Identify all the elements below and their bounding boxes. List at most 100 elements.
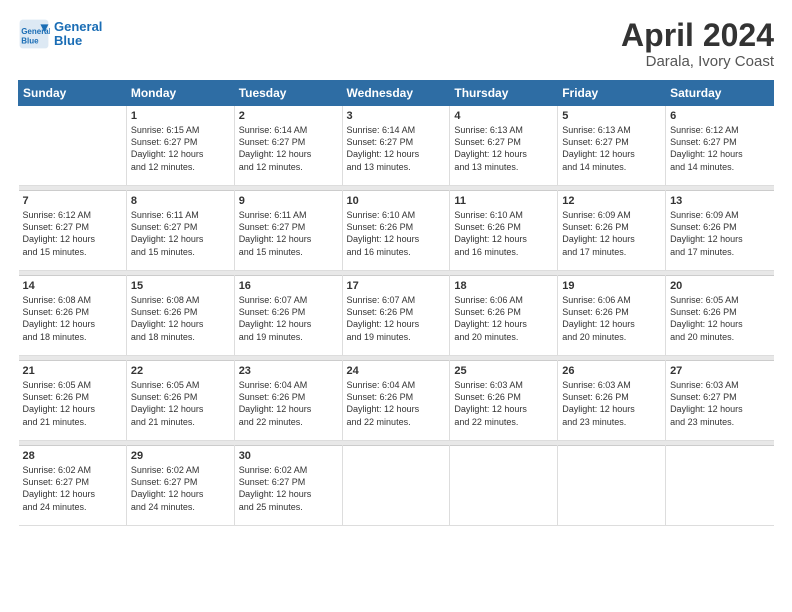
svg-text:Blue: Blue — [21, 37, 39, 46]
day-cell: 19 Sunrise: 6:06 AM Sunset: 6:26 PM Dayli… — [558, 276, 666, 356]
day-cell: 10 Sunrise: 6:10 AM Sunset: 6:26 PM Dayli… — [342, 191, 450, 271]
logo-icon: General Blue — [18, 18, 50, 50]
day-cell: 24Sunrise: 6:04 AM Sunset: 6:26 PM Dayli… — [342, 361, 450, 441]
day-number: 15 — [131, 280, 230, 292]
day-number: 25 — [454, 365, 553, 377]
header-thursday: Thursday — [450, 81, 558, 106]
day-number: 9 — [239, 195, 338, 207]
day-cell: 23 Sunrise: 6:04 AM Sunset: 6:26 PM Dayli… — [234, 361, 342, 441]
day-cell — [342, 446, 450, 526]
day-info: Sunrise: 6:14 AM Sunset: 6:27 PM Dayligh… — [239, 124, 338, 173]
day-number: 26 — [562, 365, 661, 377]
day-info: Sunrise: 6:09 AM Sunset: 6:26 PM Dayligh… — [562, 209, 661, 258]
day-number: 30 — [239, 450, 338, 462]
day-number: 19 — [562, 280, 661, 292]
day-info: Sunrise: 6:13 AM Sunset: 6:27 PM Dayligh… — [562, 124, 661, 173]
header-saturday: Saturday — [666, 81, 774, 106]
day-cell: 18 Sunrise: 6:06 AM Sunset: 6:26 PM Dayli… — [450, 276, 558, 356]
week-row-1: 1 Sunrise: 6:15 AM Sunset: 6:27 PM Daylig… — [19, 106, 774, 186]
header-sunday: Sunday — [19, 81, 127, 106]
day-number: 2 — [239, 110, 338, 122]
day-info: Sunrise: 6:06 AM Sunset: 6:26 PM Dayligh… — [454, 294, 553, 343]
day-cell: 27 Sunrise: 6:03 AM Sunset: 6:27 PM Dayli… — [666, 361, 774, 441]
day-number: 5 — [562, 110, 661, 122]
calendar-subtitle: Darala, Ivory Coast — [621, 53, 774, 70]
day-cell — [666, 446, 774, 526]
day-cell: 16Sunrise: 6:07 AM Sunset: 6:26 PM Dayli… — [234, 276, 342, 356]
day-info: Sunrise: 6:04 AM Sunset: 6:26 PM Dayligh… — [239, 379, 338, 428]
day-info: Sunrise: 6:03 AM Sunset: 6:27 PM Dayligh… — [670, 379, 769, 428]
day-cell: 29 Sunrise: 6:02 AM Sunset: 6:27 PM Dayli… — [126, 446, 234, 526]
week-row-2: 7Sunrise: 6:12 AM Sunset: 6:27 PM Daylig… — [19, 191, 774, 271]
logo-text: General Blue — [54, 20, 102, 49]
header-row: General Blue General Blue April 2024 Dar… — [18, 18, 774, 70]
day-number: 20 — [670, 280, 769, 292]
day-cell: 28Sunrise: 6:02 AM Sunset: 6:27 PM Dayli… — [19, 446, 127, 526]
header-monday: Monday — [126, 81, 234, 106]
day-number: 18 — [454, 280, 553, 292]
page: General Blue General Blue April 2024 Dar… — [0, 0, 792, 612]
week-row-4: 21 Sunrise: 6:05 AM Sunset: 6:26 PM Dayli… — [19, 361, 774, 441]
week-row-5: 28 Sunrise: 6:02 AM Sunset: 6:27 PM Dayli… — [19, 446, 774, 526]
day-info: Sunrise: 6:08 AM Sunset: 6:26 PM Dayligh… — [131, 294, 230, 343]
day-number: 10 — [347, 195, 446, 207]
calendar-title: April 2024 — [621, 18, 774, 53]
logo-line2: Blue — [54, 33, 82, 48]
day-info: Sunrise: 6:10 AM Sunset: 6:26 PM Dayligh… — [347, 209, 446, 258]
day-info: Sunrise: 6:02 AM Sunset: 6:27 PM Dayligh… — [239, 464, 338, 513]
header-row-days: SundayMondayTuesdayWednesdayThursdayFrid… — [19, 81, 774, 106]
day-info: Sunrise: 6:09 AM Sunset: 6:26 PM Dayligh… — [670, 209, 769, 258]
day-info: Sunrise: 6:15 AM Sunset: 6:27 PM Dayligh… — [131, 124, 230, 173]
day-number: 6 — [670, 110, 769, 122]
day-number: 8 — [131, 195, 230, 207]
day-cell: 14 Sunrise: 6:08 AM Sunset: 6:26 PM Dayli… — [19, 276, 127, 356]
day-cell: 21 Sunrise: 6:05 AM Sunset: 6:26 PM Dayli… — [19, 361, 127, 441]
day-number: 11 — [454, 195, 553, 207]
day-cell: 6 Sunrise: 6:12 AM Sunset: 6:27 PM Daylig… — [666, 106, 774, 186]
day-cell: 13 Sunrise: 6:09 AM Sunset: 6:26 PM Dayli… — [666, 191, 774, 271]
day-cell: 20Sunrise: 6:05 AM Sunset: 6:26 PM Dayli… — [666, 276, 774, 356]
day-number: 14 — [23, 280, 122, 292]
day-number: 1 — [131, 110, 230, 122]
day-cell: 30 Sunrise: 6:02 AM Sunset: 6:27 PM Dayli… — [234, 446, 342, 526]
day-info: Sunrise: 6:06 AM Sunset: 6:26 PM Dayligh… — [562, 294, 661, 343]
day-number: 17 — [347, 280, 446, 292]
day-number: 23 — [239, 365, 338, 377]
day-cell: 9 Sunrise: 6:11 AM Sunset: 6:27 PM Daylig… — [234, 191, 342, 271]
title-block: April 2024 Darala, Ivory Coast — [621, 18, 774, 70]
day-info: Sunrise: 6:07 AM Sunset: 6:26 PM Dayligh… — [347, 294, 446, 343]
day-cell: 3 Sunrise: 6:14 AM Sunset: 6:27 PM Daylig… — [342, 106, 450, 186]
day-info: Sunrise: 6:02 AM Sunset: 6:27 PM Dayligh… — [131, 464, 230, 513]
day-cell — [558, 446, 666, 526]
day-cell: 12 Sunrise: 6:09 AM Sunset: 6:26 PM Dayli… — [558, 191, 666, 271]
day-info: Sunrise: 6:05 AM Sunset: 6:26 PM Dayligh… — [23, 379, 122, 428]
day-number: 4 — [454, 110, 553, 122]
day-info: Sunrise: 6:07 AM Sunset: 6:26 PM Dayligh… — [239, 294, 338, 343]
week-row-3: 14 Sunrise: 6:08 AM Sunset: 6:26 PM Dayli… — [19, 276, 774, 356]
day-info: Sunrise: 6:11 AM Sunset: 6:27 PM Dayligh… — [239, 209, 338, 258]
logo-line1: General — [54, 19, 102, 34]
day-info: Sunrise: 6:12 AM Sunset: 6:27 PM Dayligh… — [670, 124, 769, 173]
day-number: 29 — [131, 450, 230, 462]
day-number: 12 — [562, 195, 661, 207]
day-info: Sunrise: 6:14 AM Sunset: 6:27 PM Dayligh… — [347, 124, 446, 173]
calendar-table: SundayMondayTuesdayWednesdayThursdayFrid… — [18, 80, 774, 526]
header-wednesday: Wednesday — [342, 81, 450, 106]
day-cell: 22Sunrise: 6:05 AM Sunset: 6:26 PM Dayli… — [126, 361, 234, 441]
day-number: 22 — [131, 365, 230, 377]
day-info: Sunrise: 6:11 AM Sunset: 6:27 PM Dayligh… — [131, 209, 230, 258]
day-info: Sunrise: 6:12 AM Sunset: 6:27 PM Dayligh… — [23, 209, 122, 258]
day-cell: 11Sunrise: 6:10 AM Sunset: 6:26 PM Dayli… — [450, 191, 558, 271]
day-number: 21 — [23, 365, 122, 377]
day-number: 3 — [347, 110, 446, 122]
day-info: Sunrise: 6:08 AM Sunset: 6:26 PM Dayligh… — [23, 294, 122, 343]
day-cell — [450, 446, 558, 526]
day-cell — [19, 106, 127, 186]
day-cell: 17 Sunrise: 6:07 AM Sunset: 6:26 PM Dayli… — [342, 276, 450, 356]
day-number: 28 — [23, 450, 122, 462]
day-info: Sunrise: 6:13 AM Sunset: 6:27 PM Dayligh… — [454, 124, 553, 173]
day-number: 27 — [670, 365, 769, 377]
day-cell: 5 Sunrise: 6:13 AM Sunset: 6:27 PM Daylig… — [558, 106, 666, 186]
day-number: 13 — [670, 195, 769, 207]
day-cell: 7Sunrise: 6:12 AM Sunset: 6:27 PM Daylig… — [19, 191, 127, 271]
